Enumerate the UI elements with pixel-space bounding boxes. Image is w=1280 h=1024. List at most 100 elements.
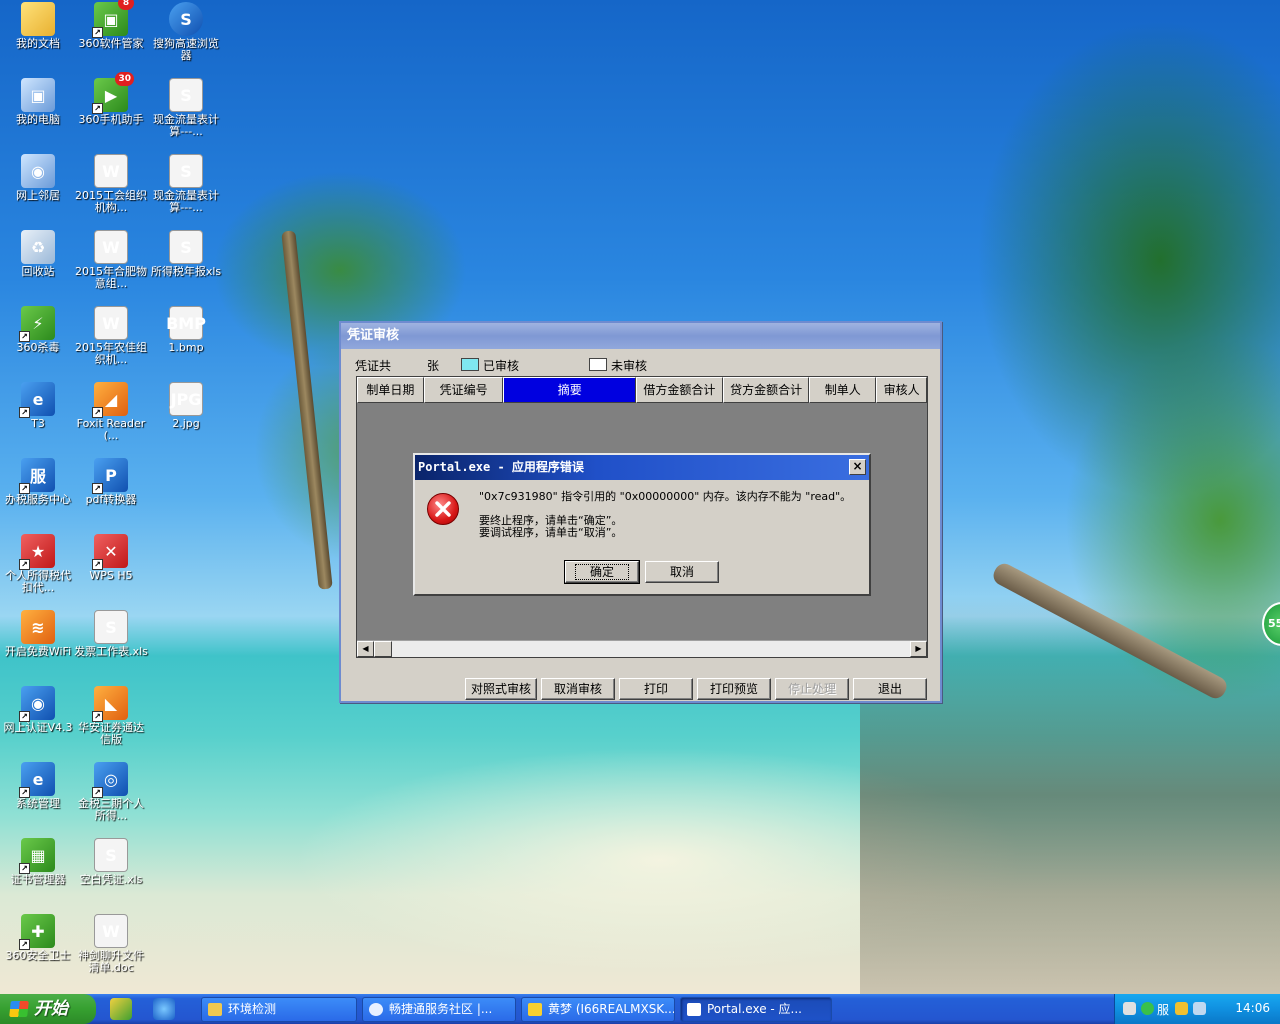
icon-label: 我的文档 bbox=[16, 37, 60, 50]
icon-label: 回收站 bbox=[21, 265, 55, 278]
desktop-icon-online-auth[interactable]: ◉ ↗ 网上认证V4.3 bbox=[0, 686, 76, 734]
column-header-maker[interactable]: 制单人 bbox=[809, 377, 877, 403]
scroll-thumb[interactable] bbox=[374, 641, 392, 657]
plus-shield-icon: ✚ ↗ bbox=[19, 914, 55, 950]
desktop-icon-income-tax-xls[interactable]: S 所得税年报xls bbox=[148, 230, 224, 278]
clock[interactable]: 14:06 bbox=[1235, 1001, 1270, 1015]
icon-label: 360杀毒 bbox=[16, 341, 60, 354]
column-header-voucher-no[interactable]: 凭证编号 bbox=[423, 377, 504, 403]
voucher-count-suffix: 张 bbox=[427, 359, 440, 373]
taskbar-item-env-check[interactable]: 环境检测 bbox=[201, 997, 357, 1022]
desktop-icon-sogou-browser[interactable]: S 搜狗高速浏览器 bbox=[148, 2, 224, 62]
certificate-icon: ▦ ↗ bbox=[19, 838, 55, 874]
desktop-icon-cashflow-1[interactable]: S 现金流量表计算---... bbox=[148, 78, 224, 138]
exit-button[interactable]: 退出 bbox=[853, 678, 927, 700]
desktop-icon-network[interactable]: ◉ 网上邻居 bbox=[0, 154, 76, 202]
desktop-icon-360-antivirus[interactable]: ⚡ ↗ 360杀毒 bbox=[0, 306, 76, 354]
desktop-icon-cashflow-2[interactable]: S 现金流量表计算---... bbox=[148, 154, 224, 214]
image-file-icon: JPG bbox=[169, 382, 203, 416]
close-icon[interactable]: × bbox=[849, 459, 866, 475]
application-error-dialog: Portal.exe - 应用程序错误 × "0x7c931980" 指令引用的… bbox=[413, 453, 871, 596]
dialog-title-bar[interactable]: Portal.exe - 应用程序错误 × bbox=[415, 455, 869, 480]
word-doc-icon: W bbox=[94, 230, 128, 264]
desktop-icon-my-documents[interactable]: 我的文档 bbox=[0, 2, 76, 50]
desktop-icon-free-wifi[interactable]: ≋ 开启免费WiFi bbox=[0, 610, 76, 658]
desktop-icon-golden-tax[interactable]: ◎ ↗ 金税三期个人所得... bbox=[73, 762, 149, 822]
tax-tray-icon[interactable]: 服 bbox=[1157, 1001, 1169, 1018]
desktop-icon-2-jpg[interactable]: JPG 2.jpg bbox=[148, 382, 224, 430]
desktop-icon-360-phone[interactable]: ▶ 30 ↗ 360手机助手 bbox=[73, 72, 149, 126]
desktop-icon-doc-union-2015[interactable]: W 2015工会组织机构... bbox=[73, 154, 149, 214]
icon-label: 360手机助手 bbox=[78, 113, 144, 126]
cancel-audit-button[interactable]: 取消审核 bbox=[541, 678, 615, 700]
desktop-icon-foxit[interactable]: ◢ ↗ Foxit Reader(... bbox=[73, 382, 149, 442]
desktop-icon-blank-voucher[interactable]: S 空白凭证.xls bbox=[73, 838, 149, 886]
print-preview-button[interactable]: 打印预览 bbox=[697, 678, 771, 700]
quicklaunch-ie-icon[interactable] bbox=[153, 998, 175, 1020]
desktop-icon-wps-h5[interactable]: ✕ ↗ WPS H5 bbox=[73, 534, 149, 582]
compare-audit-button[interactable]: 对照式审核 bbox=[465, 678, 537, 700]
column-header-auditor[interactable]: 审核人 bbox=[876, 377, 928, 403]
spreadsheet-icon: S bbox=[169, 154, 203, 188]
desktop-icon-tax-service[interactable]: 服 ↗ 办税服务中心 bbox=[0, 458, 76, 506]
quicklaunch-360-icon[interactable] bbox=[110, 998, 132, 1020]
desktop-icon-personal-tax[interactable]: ★ ↗ 个人所得税代扣代... bbox=[0, 534, 76, 594]
icon-label: 华安证券通达信版 bbox=[78, 721, 144, 746]
task-label: 环境检测 bbox=[228, 1002, 277, 1016]
remote-app-icon bbox=[528, 1003, 542, 1016]
horizontal-scrollbar[interactable]: ◀ ▶ bbox=[357, 640, 927, 657]
print-button[interactable]: 打印 bbox=[619, 678, 693, 700]
icon-label: 我的电脑 bbox=[16, 113, 60, 126]
dialog-title: Portal.exe - 应用程序错误 bbox=[418, 460, 584, 474]
recycle-bin-icon: ♻ bbox=[21, 230, 55, 264]
icon-label: 空白凭证.xls bbox=[79, 873, 143, 886]
start-button[interactable]: 开始 bbox=[0, 994, 96, 1024]
taskbar-item-remote[interactable]: 黄梦 (I66REALMXSK... bbox=[521, 997, 675, 1022]
taskbar-item-portal-error[interactable]: Portal.exe - 应... bbox=[680, 997, 832, 1022]
desktop-icon-file-list-doc[interactable]: W 神剑聊升文件清单.doc bbox=[73, 914, 149, 974]
desktop-icon-doc-nongjia-2015[interactable]: W 2015年农佳组织机... bbox=[73, 306, 149, 366]
ok-button[interactable]: 确定 bbox=[564, 560, 640, 584]
desktop-icon-cert-manager[interactable]: ▦ ↗ 证书管理器 bbox=[0, 838, 76, 886]
icon-label: Foxit Reader(... bbox=[76, 417, 146, 442]
error-message: "0x7c931980" 指令引用的 "0x00000000" 内存。该内存不能… bbox=[479, 491, 851, 539]
speaker-tray-icon[interactable] bbox=[1193, 1002, 1206, 1015]
browser-icon: S bbox=[169, 2, 203, 36]
desktop-icon-huaan-securities[interactable]: ◣ ↗ 华安证券通达信版 bbox=[73, 686, 149, 746]
spreadsheet-icon: S bbox=[94, 610, 128, 644]
icon-label: 系统管理 bbox=[16, 797, 60, 810]
taskbar-item-community[interactable]: 畅捷通服务社区 |... bbox=[362, 997, 516, 1022]
column-header-debit-total[interactable]: 借方金额合计 bbox=[636, 377, 723, 403]
desktop-icon-t3[interactable]: e ↗ T3 bbox=[0, 382, 76, 430]
desktop-icon-doc-hefei-2015[interactable]: W 2015年合肥物意组... bbox=[73, 230, 149, 290]
window-title[interactable]: 凭证审核 bbox=[341, 323, 940, 349]
desktop-icon-my-computer[interactable]: ▣ 我的电脑 bbox=[0, 78, 76, 126]
cancel-button[interactable]: 取消 bbox=[645, 561, 719, 583]
desktop-icon-system-manage[interactable]: e ↗ 系统管理 bbox=[0, 762, 76, 810]
desktop-icon-pdf-converter[interactable]: P ↗ pdf转换器 bbox=[73, 458, 149, 506]
remote-tray-icon[interactable] bbox=[1175, 1002, 1188, 1015]
desktop-icon-1-bmp[interactable]: BMP 1.bmp bbox=[148, 306, 224, 354]
desktop-icon-360-security[interactable]: ✚ ↗ 360安全卫士 bbox=[0, 914, 76, 962]
scroll-left-icon[interactable]: ◀ bbox=[357, 641, 374, 657]
taskbar: 开始 环境检测 畅捷通服务社区 |... 黄梦 (I66REALMXSK... … bbox=[0, 994, 1280, 1024]
desktop-icon-recycle-bin[interactable]: ♻ 回收站 bbox=[0, 230, 76, 278]
system-tray: 服 14:06 bbox=[1114, 994, 1280, 1024]
security-tray-icon[interactable] bbox=[1141, 1002, 1154, 1015]
icon-label: 现金流量表计算---... bbox=[153, 113, 219, 138]
icon-label: 神剑聊升文件清单.doc bbox=[78, 949, 144, 974]
network-tray-icon[interactable] bbox=[1123, 1002, 1136, 1015]
icon-label: T3 bbox=[31, 417, 45, 430]
desktop-icon-360-software[interactable]: ▣ 8 ↗ 360软件管家 bbox=[73, 0, 149, 50]
wifi-icon: ≋ bbox=[21, 610, 55, 644]
shield-icon: ⚡ ↗ bbox=[19, 306, 55, 342]
scroll-right-icon[interactable]: ▶ bbox=[910, 641, 927, 657]
column-header-summary[interactable]: 摘要 bbox=[503, 377, 637, 403]
column-header-credit-total[interactable]: 贷方金额合计 bbox=[722, 377, 810, 403]
icon-label: 办税服务中心 bbox=[5, 493, 71, 506]
windows-flag-icon bbox=[9, 1001, 29, 1017]
icon-label: 发票工作表.xls bbox=[74, 645, 148, 658]
column-header-date[interactable]: 制单日期 bbox=[357, 377, 424, 403]
desktop-icon-invoice-xls[interactable]: S 发票工作表.xls bbox=[73, 610, 149, 658]
icon-label: 2.jpg bbox=[172, 417, 200, 430]
